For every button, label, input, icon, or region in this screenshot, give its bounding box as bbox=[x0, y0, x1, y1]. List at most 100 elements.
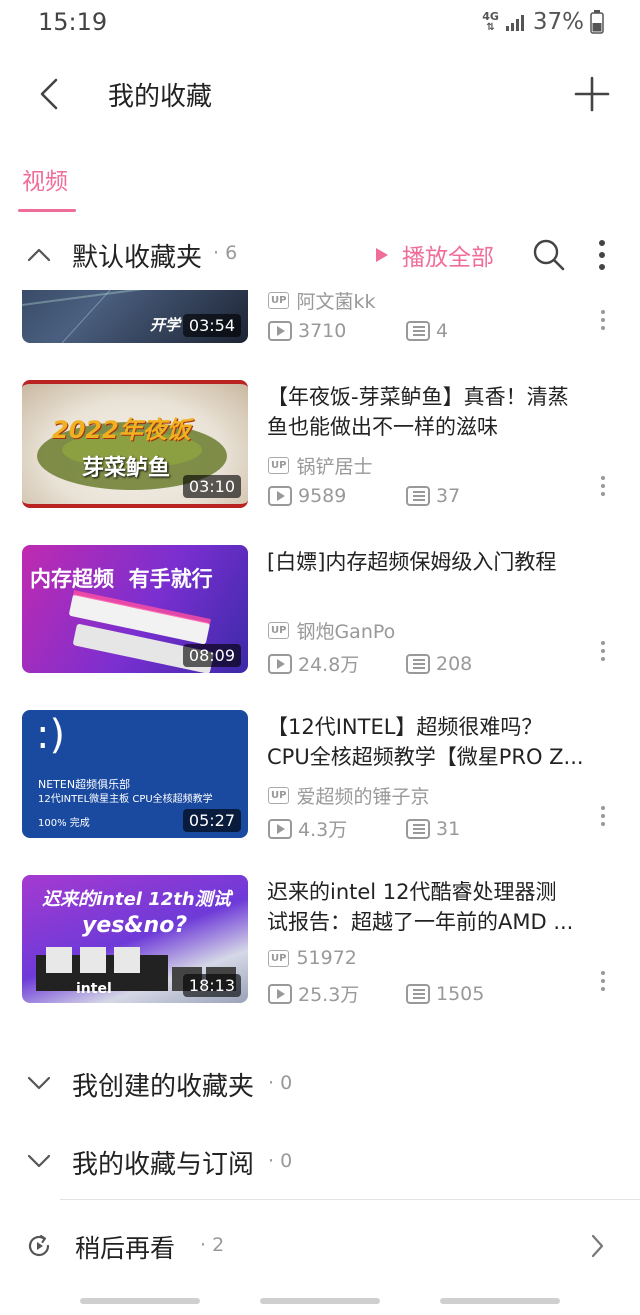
battery-icon bbox=[590, 10, 604, 34]
video-title-line: [白嫖]内存超频保姆级入门教程 bbox=[267, 550, 557, 574]
danmaku-count-value: 208 bbox=[436, 652, 473, 675]
duration-badge: 03:10 bbox=[182, 475, 241, 498]
view-count: 24.8万 bbox=[268, 650, 406, 677]
list-item[interactable]: :) NETEN超频俱乐部 12代INTEL微星主板 CPU全核超频教学 100… bbox=[0, 710, 640, 842]
uploader[interactable]: UP 钢炮GanPo bbox=[268, 617, 395, 644]
item-more-button[interactable] bbox=[597, 806, 609, 836]
danmaku-count: 1505 bbox=[406, 983, 484, 1005]
video-stats: 9589 37 bbox=[268, 485, 460, 507]
uploader-name: 爱超频的锤子京 bbox=[296, 786, 430, 808]
danmaku-count: 37 bbox=[406, 485, 460, 507]
danmaku-count-value: 31 bbox=[436, 817, 461, 840]
thumbnail-text: 2022年夜饭 bbox=[52, 416, 191, 444]
more-vertical-icon bbox=[601, 476, 605, 480]
expand-button[interactable] bbox=[26, 1148, 52, 1174]
danmaku-icon bbox=[406, 818, 430, 839]
duration-badge: 03:54 bbox=[182, 314, 241, 337]
add-folder-button[interactable] bbox=[570, 72, 614, 116]
folder-row-count: · 0 bbox=[268, 1150, 293, 1172]
play-all-label: 播放全部 bbox=[402, 245, 494, 271]
search-icon bbox=[533, 239, 565, 271]
play-count-icon bbox=[268, 653, 292, 674]
folder-more-button[interactable] bbox=[590, 236, 614, 274]
search-button[interactable] bbox=[532, 238, 566, 272]
collapse-folder-button[interactable] bbox=[26, 242, 52, 268]
tab-video[interactable]: 视频 bbox=[22, 162, 68, 196]
watch-later-row[interactable]: 稍后再看 · 2 bbox=[0, 1210, 640, 1280]
more-vertical-icon bbox=[601, 310, 605, 314]
danmaku-count: 31 bbox=[406, 818, 460, 840]
thumbnail-text: 开学 bbox=[150, 316, 181, 334]
page-title: 我的收藏 bbox=[108, 82, 213, 112]
uploader[interactable]: UP 阿文菌kk bbox=[268, 290, 375, 314]
video-title[interactable]: 【年夜饭-芽菜鲈鱼】真香！清蒸 鱼也能做出不一样的滋味 bbox=[267, 382, 619, 442]
folder-title[interactable]: 默认收藏夹 bbox=[72, 237, 202, 274]
danmaku-count-value: 1505 bbox=[436, 982, 485, 1005]
video-thumbnail[interactable]: :) NETEN超频俱乐部 12代INTEL微星主板 CPU全核超频教学 100… bbox=[22, 710, 248, 838]
view-count: 4.3万 bbox=[268, 815, 406, 842]
default-folder-header: 默认收藏夹 · 6 播放全部 bbox=[0, 226, 640, 282]
folder-row-subscribed[interactable]: 我的收藏与订阅 · 0 bbox=[0, 1128, 640, 1198]
back-arrow-icon bbox=[40, 78, 58, 110]
chevron-down-icon bbox=[27, 1076, 51, 1090]
list-item[interactable]: 迟来的intel 12th测试 yes&no? intel 18:13 迟来的i… bbox=[0, 875, 640, 1007]
danmaku-icon bbox=[406, 983, 430, 1004]
list-item[interactable]: 内存超频 有手就行 08:09 [白嫖]内存超频保姆级入门教程 UP 钢炮Gan… bbox=[0, 545, 640, 677]
danmaku-count: 4 bbox=[406, 320, 448, 342]
uploader[interactable]: UP 锅铲居士 bbox=[268, 452, 372, 479]
network-label: 4G bbox=[482, 10, 499, 23]
danmaku-count-value: 37 bbox=[436, 485, 461, 507]
uploader-name: 钢炮GanPo bbox=[296, 621, 396, 643]
play-count-icon bbox=[268, 983, 292, 1004]
uploader[interactable]: UP 爱超频的锤子京 bbox=[268, 782, 429, 809]
status-indicators: 4G ⇅ 37% bbox=[482, 8, 604, 36]
view-count-value: 3710 bbox=[298, 320, 347, 342]
video-thumbnail[interactable]: 开学 03:54 bbox=[22, 290, 248, 343]
battery-percent: 37% bbox=[532, 9, 584, 35]
back-button[interactable] bbox=[30, 72, 70, 116]
uploader[interactable]: UP 51972 bbox=[268, 947, 357, 969]
item-more-button[interactable] bbox=[597, 971, 609, 1001]
video-thumbnail[interactable]: 迟来的intel 12th测试 yes&no? intel 18:13 bbox=[22, 875, 248, 1003]
up-badge-icon: UP bbox=[268, 787, 290, 804]
nav-handle[interactable] bbox=[440, 1298, 560, 1304]
view-count-value: 25.3万 bbox=[298, 984, 360, 1006]
video-thumbnail[interactable]: 内存超频 有手就行 08:09 bbox=[22, 545, 248, 673]
thumbnail-subtext: yes&no? bbox=[82, 913, 188, 938]
up-badge-icon: UP bbox=[268, 622, 290, 639]
list-item[interactable]: 2022年夜饭 芽菜鲈鱼 03:10 【年夜饭-芽菜鲈鱼】真香！清蒸 鱼也能做出… bbox=[0, 380, 640, 510]
nav-handle[interactable] bbox=[80, 1298, 200, 1304]
video-title[interactable]: 迟来的intel 12代酷睿处理器测 试报告：超越了一年前的AMD ... bbox=[267, 877, 619, 937]
video-stats: 3710 4 bbox=[268, 320, 448, 342]
video-thumbnail[interactable]: 2022年夜饭 芽菜鲈鱼 03:10 bbox=[22, 380, 248, 508]
video-title[interactable]: 【12代INTEL】超频很难吗？ CPU全核超频教学【微星PRO Z... bbox=[267, 712, 619, 772]
item-more-button[interactable] bbox=[597, 476, 609, 506]
uploader-name: 阿文菌kk bbox=[296, 291, 376, 313]
uploader-name: 51972 bbox=[296, 947, 357, 969]
folder-count: · 6 bbox=[213, 242, 238, 264]
expand-button[interactable] bbox=[26, 1070, 52, 1096]
folder-row-count-value: 0 bbox=[280, 1150, 293, 1172]
danmaku-icon bbox=[406, 321, 430, 341]
duration-badge: 18:13 bbox=[182, 974, 241, 997]
more-vertical-icon bbox=[601, 971, 605, 975]
view-count: 3710 bbox=[268, 320, 406, 342]
nav-handle[interactable] bbox=[260, 1298, 380, 1304]
gesture-nav-bar bbox=[0, 1296, 640, 1306]
video-title[interactable]: [白嫖]内存超频保姆级入门教程 bbox=[267, 547, 619, 577]
play-count-icon bbox=[268, 321, 292, 341]
up-badge-icon: UP bbox=[268, 457, 290, 474]
network-type-icon: 4G ⇅ bbox=[482, 11, 499, 33]
data-arrows-icon: ⇅ bbox=[486, 22, 495, 33]
item-more-button[interactable] bbox=[597, 641, 609, 671]
folder-row-count-value: 0 bbox=[280, 1072, 293, 1094]
list-item[interactable]: 开学 03:54 UP 阿文菌kk 3710 4 bbox=[0, 290, 640, 345]
play-count-icon bbox=[268, 818, 292, 839]
play-all-button[interactable]: 播放全部 bbox=[376, 238, 494, 272]
signal-icon bbox=[505, 15, 524, 31]
video-list[interactable]: 开学 03:54 UP 阿文菌kk 3710 4 2022年夜饭 芽菜鲈鱼 03… bbox=[0, 290, 640, 1020]
video-title-line: CPU全核超频教学【微星PRO Z... bbox=[267, 745, 584, 769]
item-more-button[interactable] bbox=[597, 310, 609, 340]
folder-row-created[interactable]: 我创建的收藏夹 · 0 bbox=[0, 1050, 640, 1120]
video-stats: 25.3万 1505 bbox=[268, 980, 484, 1007]
